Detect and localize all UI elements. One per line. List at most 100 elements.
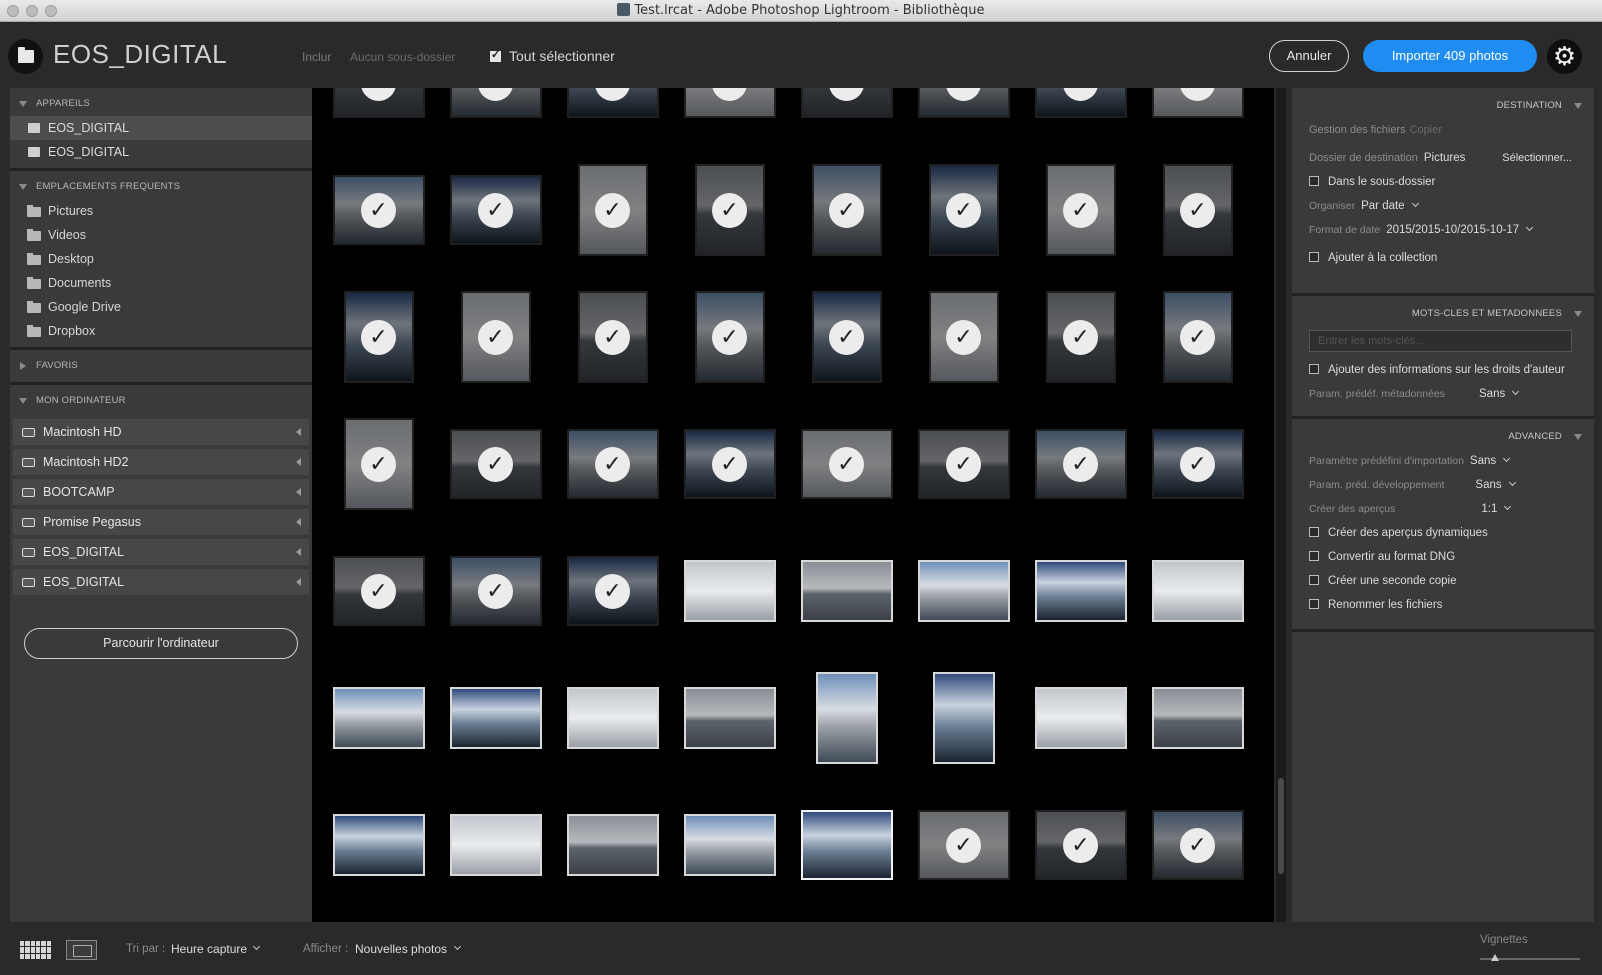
photo-cell[interactable] [788,526,905,656]
checkmark-icon[interactable]: ✓ [361,573,396,609]
checkmark-icon[interactable]: ✓ [829,319,864,355]
photo-thumbnail[interactable] [917,560,1010,622]
checkmark-icon[interactable]: ✓ [1063,192,1098,228]
favorites-header[interactable]: FAVORIS [10,350,312,378]
photo-cell[interactable]: ✓ [671,399,788,529]
checkmark-icon[interactable]: ✓ [946,827,981,863]
source-folder-icon[interactable] [8,39,43,74]
browse-computer-button[interactable]: Parcourir l'ordinateur [24,628,298,659]
photo-cell[interactable]: ✓ [554,88,671,148]
checkmark-icon[interactable]: ✓ [478,319,513,355]
device-item[interactable]: EOS_DIGITAL [10,140,312,164]
device-item[interactable]: EOS_DIGITAL [10,116,312,140]
grid-view-icon[interactable] [20,941,51,959]
checkmark-icon[interactable]: ✓ [595,192,630,228]
second-copy-row[interactable]: Créer une seconde copie [1292,569,1594,593]
photo-cell[interactable] [1139,526,1256,656]
photo-cell[interactable]: ✓ [554,526,671,656]
slider-knob[interactable] [1491,954,1499,961]
subfolder-option[interactable]: Aucun sous-dossier [350,50,455,64]
photo-cell[interactable]: ✓ [905,399,1022,529]
photo-cell[interactable]: ✓ [554,145,671,275]
expand-arrow-icon[interactable] [296,488,301,496]
photo-cell[interactable] [1022,526,1139,656]
photo-cell[interactable]: ✓ [437,399,554,529]
checkmark-icon[interactable]: ✓ [1180,827,1215,863]
sort-select[interactable]: Heure capture [171,942,247,956]
photo-cell[interactable]: ✓ [1139,780,1256,910]
photo-cell[interactable]: ✓ [320,145,437,275]
rename-checkbox[interactable] [1309,599,1319,609]
photo-grid[interactable]: ✓✓✓✓✓✓✓✓✓✓✓✓✓✓✓✓✓✓✓✓✓✓✓✓✓✓✓✓✓✓✓✓✓✓✓✓✓✓ [312,88,1274,922]
photo-cell[interactable] [788,780,905,910]
photo-cell[interactable]: ✓ [1022,780,1139,910]
chevron-down-icon[interactable] [1508,478,1516,487]
photo-cell[interactable]: ✓ [320,88,437,148]
dng-row[interactable]: Convertir au format DNG [1292,545,1594,569]
photo-cell[interactable]: ✓ [437,272,554,402]
chevron-down-icon[interactable] [1512,387,1520,396]
photo-cell[interactable] [671,653,788,783]
frequent-item-documents[interactable]: Documents [10,271,312,295]
organize-select[interactable]: Par date [1361,200,1404,212]
keywords-input[interactable]: Entrer les mots-clés... [1309,330,1572,352]
expand-arrow-icon[interactable] [296,458,301,466]
thumbnail-size-slider[interactable] [1480,954,1580,961]
develop-preset-select[interactable]: Sans [1475,479,1501,491]
volume-item[interactable]: Macintosh HD2 [13,449,309,475]
photo-cell[interactable]: ✓ [671,88,788,148]
photo-cell[interactable]: ✓ [1022,88,1139,148]
checkmark-icon[interactable]: ✓ [1180,446,1215,482]
checkmark-icon[interactable]: ✓ [829,192,864,228]
photo-cell[interactable]: ✓ [905,272,1022,402]
checkmark-icon[interactable]: ✓ [1180,192,1215,228]
photo-cell[interactable]: ✓ [788,88,905,148]
checkmark-icon[interactable]: ✓ [1063,827,1098,863]
select-folder-button[interactable]: Sélectionner... [1502,146,1572,170]
import-preset-select[interactable]: Sans [1470,455,1496,467]
checkmark-icon[interactable]: ✓ [712,446,747,482]
frequent-item-pictures[interactable]: Pictures [10,199,312,223]
metadata-preset-select[interactable]: Sans [1479,388,1505,400]
photo-cell[interactable]: ✓ [437,526,554,656]
photo-thumbnail[interactable] [800,810,893,880]
photo-cell[interactable] [554,780,671,910]
add-collection-checkbox[interactable] [1309,252,1319,262]
frequent-item-dropbox[interactable]: Dropbox [10,319,312,343]
photo-cell[interactable]: ✓ [554,272,671,402]
photo-cell[interactable]: ✓ [1022,145,1139,275]
expand-arrow-icon[interactable] [296,428,301,436]
chevron-down-icon[interactable] [1504,502,1512,511]
photo-thumbnail[interactable] [932,672,995,764]
checkmark-icon[interactable]: ✓ [361,192,396,228]
computer-header[interactable]: MON ORDINATEUR [10,385,312,413]
photo-thumbnail[interactable] [683,687,776,749]
frequent-item-videos[interactable]: Videos [10,223,312,247]
cancel-button[interactable]: Annuler [1269,40,1349,72]
date-format-select[interactable]: 2015/2015-10/2015-10-17 [1386,224,1519,236]
chevron-down-icon[interactable] [453,942,462,951]
photo-thumbnail[interactable] [1151,560,1244,622]
photo-cell[interactable]: ✓ [1139,88,1256,148]
photo-cell[interactable] [671,780,788,910]
checkmark-icon[interactable]: ✓ [946,446,981,482]
photo-cell[interactable]: ✓ [1139,399,1256,529]
photo-cell[interactable] [437,653,554,783]
advanced-header[interactable]: ADVANCED [1292,419,1594,449]
photo-cell[interactable]: ✓ [671,145,788,275]
photo-cell[interactable]: ✓ [671,272,788,402]
photo-cell[interactable] [554,653,671,783]
frequent-header[interactable]: EMPLACEMENTS FREQUENTS [10,171,312,199]
frequent-item-google-drive[interactable]: Google Drive [10,295,312,319]
photo-cell[interactable] [671,526,788,656]
photo-cell[interactable]: ✓ [320,526,437,656]
chevron-down-icon[interactable] [1526,223,1534,232]
photo-cell[interactable]: ✓ [320,272,437,402]
volume-item[interactable]: Macintosh HD [13,419,309,445]
photo-cell[interactable] [320,780,437,910]
photo-thumbnail[interactable] [683,814,776,876]
show-select[interactable]: Nouvelles photos [355,942,447,956]
photo-thumbnail[interactable] [683,560,776,622]
import-button[interactable]: Importer 409 photos [1363,40,1537,72]
checkmark-icon[interactable]: ✓ [361,319,396,355]
